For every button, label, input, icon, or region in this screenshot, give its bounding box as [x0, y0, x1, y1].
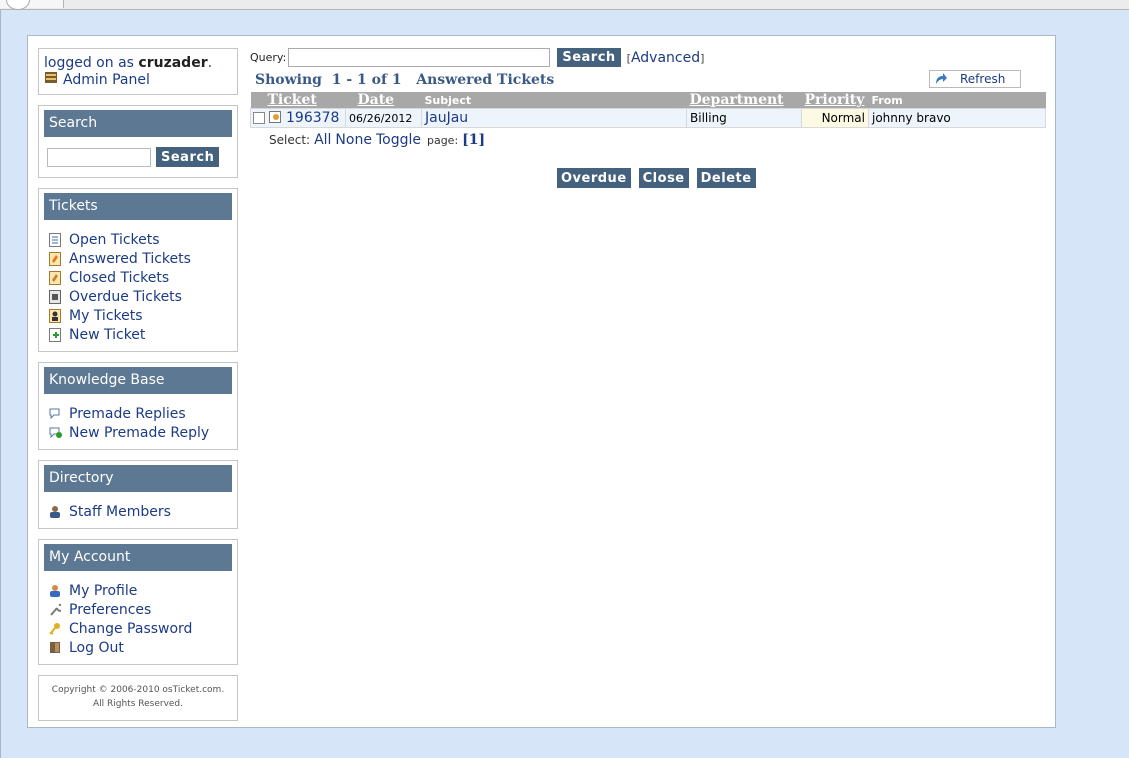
wrench-icon [49, 603, 64, 616]
profile-icon [49, 584, 61, 597]
from-cell: johnny bravo [868, 108, 1046, 128]
login-box: logged on as cruzader. Admin Panel [38, 48, 238, 95]
ticket-attachment-icon [269, 110, 282, 126]
new-premade-reply-icon [49, 426, 62, 439]
my-account-header: My Account [44, 544, 232, 571]
nav-closed-tickets[interactable]: Closed Tickets [49, 268, 237, 287]
rights-line: All Rights Reserved. [92, 699, 184, 709]
tickets-header: Tickets [44, 193, 232, 220]
select-label: Select: [269, 133, 311, 147]
browser-top-strip [0, 0, 1129, 10]
admin-panel-link[interactable]: Admin Panel [44, 71, 232, 88]
search-box: Search Search [38, 105, 238, 178]
answered-tickets-icon [49, 252, 61, 266]
tickets-table: Ticket Date Subject Department Priority … [250, 92, 1046, 128]
refresh-icon [934, 73, 948, 85]
query-input[interactable] [288, 48, 551, 67]
logout-door-icon [49, 641, 61, 654]
sidebar-search-button[interactable]: Search [156, 147, 220, 167]
col-ticket[interactable]: Ticket [250, 92, 346, 109]
browser-tab[interactable] [0, 0, 64, 10]
username: cruzader [138, 55, 208, 71]
knowledge-base-box: Knowledge Base Premade Replies New Prema… [38, 362, 238, 450]
closed-tickets-icon [49, 271, 61, 285]
my-account-box: My Account My Profile Preferences Change… [38, 539, 238, 665]
page-label: page: [426, 133, 459, 147]
knowledge-base-header: Knowledge Base [44, 367, 232, 394]
priority-cell: Normal [801, 108, 869, 128]
nav-my-profile[interactable]: My Profile [49, 581, 237, 600]
advanced-search-link[interactable]: [Advanced] [627, 50, 705, 66]
select-row: Select: All None Toggle page: [1] [269, 132, 1046, 148]
col-department[interactable]: Department [686, 92, 802, 109]
subject-cell: JauJau [421, 108, 687, 128]
nav-log-out[interactable]: Log Out [49, 638, 237, 657]
col-from: From [868, 92, 1046, 109]
ticket-number-link[interactable]: 196378 [286, 110, 339, 126]
main-content: Query: Search [Advanced] Showing 1 - 1 o… [250, 48, 1046, 188]
col-priority[interactable]: Priority [801, 92, 869, 109]
search-header: Search [44, 110, 232, 137]
query-bar: Query: Search [Advanced] [250, 48, 1046, 67]
refresh-button[interactable]: Refresh [929, 70, 1021, 88]
nav-my-tickets[interactable]: My Tickets [49, 306, 237, 325]
overdue-button[interactable]: Overdue [557, 168, 631, 188]
ticket-cell: 196378 [250, 108, 346, 128]
overdue-tickets-icon [49, 290, 61, 304]
browser-button-icon[interactable] [6, 0, 30, 10]
premade-replies-icon [49, 407, 61, 420]
close-button[interactable]: Close [638, 168, 689, 188]
directory-header: Directory [44, 465, 232, 492]
main-container: logged on as cruzader. Admin Panel Searc… [27, 35, 1056, 728]
col-subject: Subject [421, 92, 687, 109]
nav-open-tickets[interactable]: Open Tickets [49, 230, 237, 249]
nav-new-premade-reply[interactable]: New Premade Reply [49, 423, 237, 442]
select-none-link[interactable]: None [335, 132, 372, 148]
table-row: 196378 06/26/2012 JauJau Billing Normal … [250, 108, 1046, 128]
delete-button[interactable]: Delete [696, 168, 756, 188]
nav-staff-members[interactable]: Staff Members [49, 502, 237, 521]
key-icon [49, 622, 61, 635]
my-tickets-icon [49, 309, 61, 323]
nav-preferences[interactable]: Preferences [49, 600, 237, 619]
date-cell: 06/26/2012 [345, 108, 422, 128]
action-buttons: Overdue Close Delete [557, 168, 764, 188]
page-number-link[interactable]: [1] [462, 132, 485, 148]
showing-bar: Showing 1 - 1 of 1 Answered Tickets Refr… [250, 70, 1046, 92]
nav-new-ticket[interactable]: New Ticket [49, 325, 237, 344]
department-cell: Billing [686, 108, 802, 128]
row-checkbox[interactable] [253, 111, 265, 124]
new-ticket-icon [49, 328, 61, 342]
nav-premade-replies[interactable]: Premade Replies [49, 404, 237, 423]
logged-on-line: logged on as cruzader. [44, 55, 213, 71]
showing-text: Showing 1 - 1 of 1 Answered Tickets [255, 72, 555, 88]
copyright-box: Copyright © 2006-2010 osTicket.com. All … [38, 675, 238, 721]
admin-panel-icon [44, 71, 58, 88]
col-date[interactable]: Date [345, 92, 422, 109]
query-label: Query: [250, 51, 287, 64]
select-toggle-link[interactable]: Toggle [376, 132, 421, 148]
staff-icon [49, 505, 61, 518]
nav-change-password[interactable]: Change Password [49, 619, 237, 638]
sidebar: logged on as cruzader. Admin Panel Searc… [38, 48, 238, 731]
window-edge [0, 10, 1, 758]
copyright-line: Copyright © 2006-2010 osTicket.com. [51, 685, 225, 695]
nav-overdue-tickets[interactable]: Overdue Tickets [49, 287, 237, 306]
subject-link[interactable]: JauJau [425, 110, 468, 126]
table-header-row: Ticket Date Subject Department Priority … [250, 92, 1046, 109]
directory-box: Directory Staff Members [38, 460, 238, 529]
query-search-button[interactable]: Search [557, 48, 621, 67]
tickets-box: Tickets Open Tickets Answered Tickets Cl… [38, 188, 238, 352]
sidebar-search-input[interactable] [47, 147, 151, 167]
select-all-link[interactable]: All [314, 132, 331, 148]
nav-answered-tickets[interactable]: Answered Tickets [49, 249, 237, 268]
open-tickets-icon [49, 233, 61, 247]
logged-on-label: logged on as [44, 55, 134, 71]
